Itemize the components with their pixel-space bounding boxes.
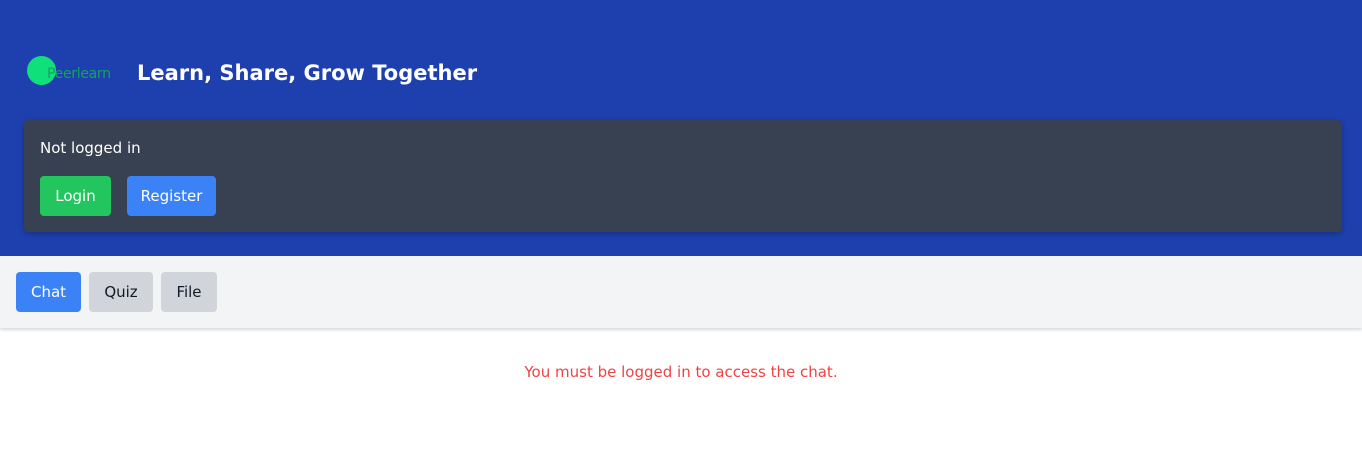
tab-quiz[interactable]: Quiz xyxy=(89,272,153,312)
logo-text: Peerlearn xyxy=(47,66,111,82)
auth-status-text: Not logged in xyxy=(40,139,141,157)
tab-file[interactable]: File xyxy=(161,272,217,312)
register-button[interactable]: Register xyxy=(127,176,216,216)
brand-row: Peerlearn Learn, Share, Grow Together xyxy=(27,56,477,92)
tab-chat[interactable]: Chat xyxy=(16,272,81,312)
logo[interactable]: Peerlearn xyxy=(27,56,119,92)
site-header: Peerlearn Learn, Share, Grow Together No… xyxy=(0,0,1362,256)
site-title: Learn, Share, Grow Together xyxy=(137,61,478,85)
tab-bar: Chat Quiz File xyxy=(0,256,1362,328)
auth-panel: Not logged in Login Register xyxy=(24,120,1342,232)
login-required-message: You must be logged in to access the chat… xyxy=(524,363,838,381)
login-button[interactable]: Login xyxy=(40,176,111,216)
